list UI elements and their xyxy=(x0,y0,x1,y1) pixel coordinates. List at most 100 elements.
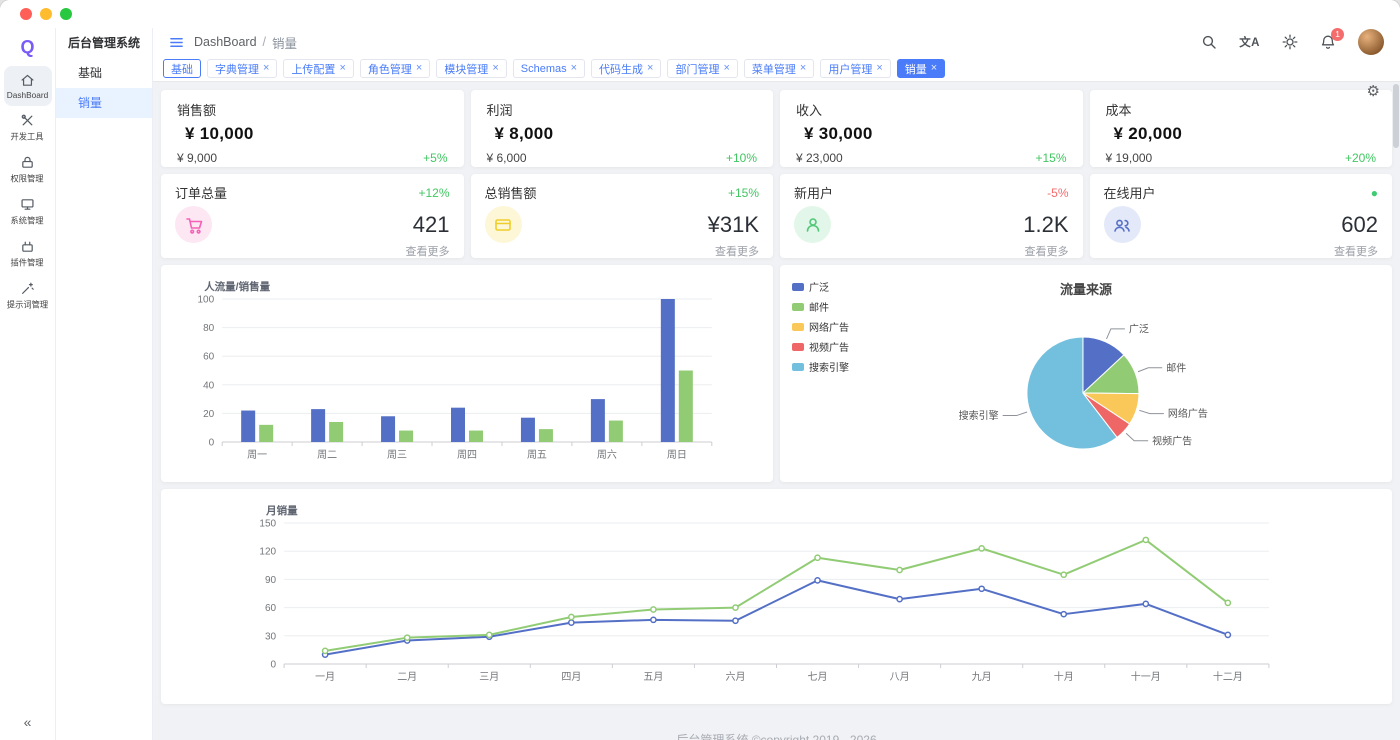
legend-item[interactable]: 广泛 xyxy=(792,279,849,294)
sidebar-item-permissions[interactable]: 权限管理 xyxy=(4,150,52,190)
submenu-item-basic[interactable]: 基础 xyxy=(56,58,152,88)
breadcrumb: DashBoard / 销量 xyxy=(194,33,297,52)
tag-dict-management[interactable]: 字典管理× xyxy=(207,59,277,78)
close-icon[interactable]: × xyxy=(416,63,422,74)
legend-label: 视频广告 xyxy=(809,339,849,354)
view-more-link[interactable]: 查看更多 xyxy=(1104,243,1379,259)
svg-text:四月: 四月 xyxy=(561,671,581,683)
legend-item[interactable]: 邮件 xyxy=(792,299,849,314)
legend-label: 邮件 xyxy=(809,299,829,314)
svg-text:八月: 八月 xyxy=(890,671,910,683)
svg-text:十月: 十月 xyxy=(1054,670,1074,683)
svg-text:周一: 周一 xyxy=(247,449,267,461)
close-icon[interactable]: × xyxy=(876,63,882,74)
tag-menu-management[interactable]: 菜单管理 × xyxy=(744,59,814,78)
app-window: Q DashBoard 开发工具 权限管理 系统管理 插件管理 xyxy=(0,0,1400,740)
tag-upload-config[interactable]: 上传配置× xyxy=(283,59,353,78)
tag-schemas[interactable]: Schemas× xyxy=(513,59,585,78)
zoom-window-button[interactable] xyxy=(60,8,72,20)
svg-text:周四: 周四 xyxy=(457,449,477,461)
close-icon[interactable]: × xyxy=(339,63,345,74)
users-icon xyxy=(1104,206,1141,243)
close-icon[interactable]: × xyxy=(800,63,806,74)
svg-text:视频广告: 视频广告 xyxy=(1152,434,1192,447)
line-chart[interactable]: 0306090120150一月二月三月四月五月六月七月八月九月十月十一月十二月 xyxy=(161,489,1392,704)
tag-label: 菜单管理 xyxy=(752,61,796,77)
stat-card-cost: 成本 ¥ 20,000 ¥ 19,000+20% xyxy=(1090,90,1393,167)
tag-department-management[interactable]: 部门管理× xyxy=(667,59,737,78)
breadcrumb-current: 销量 xyxy=(272,33,297,52)
close-icon[interactable]: × xyxy=(571,63,577,74)
breadcrumb-separator: / xyxy=(263,35,266,49)
tools-icon xyxy=(20,113,35,128)
close-icon[interactable]: × xyxy=(931,63,937,74)
metric-change: -5% xyxy=(1047,186,1068,200)
window-titlebar xyxy=(0,0,1400,28)
svg-text:十一月: 十一月 xyxy=(1131,670,1161,683)
metric-card-online-users: 在线用户● 602 查看更多 xyxy=(1090,174,1393,258)
view-more-link[interactable]: 查看更多 xyxy=(485,243,760,259)
view-more-link[interactable]: 查看更多 xyxy=(175,243,450,259)
metric-card-total-orders: 订单总量+12% 421 查看更多 xyxy=(161,174,464,258)
bar-chart[interactable]: 020406080100周一周二周三周四周五周六周日 xyxy=(161,265,773,482)
tag-role-management[interactable]: 角色管理× xyxy=(360,59,430,78)
close-window-button[interactable] xyxy=(20,8,32,20)
sidebar-item-label: 权限管理 xyxy=(11,173,44,185)
collapse-sidebar-button[interactable]: « xyxy=(24,714,32,730)
online-status-dot: ● xyxy=(1371,186,1378,200)
user-avatar[interactable] xyxy=(1358,29,1384,55)
tag-code-generation[interactable]: 代码生成 × xyxy=(591,59,661,78)
stat-card-income: 收入 ¥ 30,000 ¥ 23,000+15% xyxy=(780,90,1083,167)
sidebar-item-prompts[interactable]: 提示词管理 xyxy=(4,276,52,316)
metric-card-total-sales: 总销售额+15% ¥31K 查看更多 xyxy=(471,174,774,258)
search-icon[interactable] xyxy=(1201,34,1217,50)
metric-value: 1.2K xyxy=(1023,212,1068,238)
theme-sun-icon[interactable] xyxy=(1282,34,1298,50)
svg-text:七月: 七月 xyxy=(808,671,828,683)
tags-bar: 基础 字典管理× 上传配置× 角色管理× 模块管理× Schemas× 代码生成… xyxy=(153,56,1400,82)
svg-text:100: 100 xyxy=(198,295,215,306)
svg-text:邮件: 邮件 xyxy=(1166,361,1186,374)
tag-user-management[interactable]: 用户管理× xyxy=(820,59,890,78)
scrollbar-thumb[interactable] xyxy=(1393,84,1399,148)
close-icon[interactable]: × xyxy=(647,63,653,74)
header-actions: 文A 1 xyxy=(1201,29,1384,55)
svg-text:0: 0 xyxy=(271,660,277,671)
bar-chart-card: 人流量/销售量 020406080100周一周二周三周四周五周六周日 xyxy=(161,265,773,482)
close-icon[interactable]: × xyxy=(263,63,269,74)
notifications-bell-icon[interactable]: 1 xyxy=(1320,34,1336,50)
legend-item[interactable]: 视频广告 xyxy=(792,339,849,354)
pie-chart-title: 流量来源 xyxy=(780,279,1392,298)
sidebar-item-dashboard[interactable]: DashBoard xyxy=(4,66,52,106)
legend-item[interactable]: 搜索引擎 xyxy=(792,359,849,374)
dashboard-content: ⚙ 销售额 ¥ 10,000 ¥ 9,000+5% 利润 ¥ 8,000 ¥ 6… xyxy=(153,82,1400,740)
svg-text:九月: 九月 xyxy=(972,671,992,683)
sidebar-item-plugins[interactable]: 插件管理 xyxy=(4,234,52,274)
sidebar-item-system[interactable]: 系统管理 xyxy=(4,192,52,232)
stat-previous: ¥ 9,000 xyxy=(177,151,217,165)
legend-label: 广泛 xyxy=(809,279,829,294)
svg-text:20: 20 xyxy=(203,409,215,420)
submenu-item-sales[interactable]: 销量 xyxy=(56,88,152,118)
breadcrumb-dashboard[interactable]: DashBoard xyxy=(194,35,257,49)
close-icon[interactable]: × xyxy=(492,63,498,74)
tag-module-management[interactable]: 模块管理× xyxy=(436,59,506,78)
svg-text:二月: 二月 xyxy=(397,671,417,683)
svg-text:搜索引擎: 搜索引擎 xyxy=(959,409,999,422)
close-icon[interactable]: × xyxy=(723,63,729,74)
svg-text:周日: 周日 xyxy=(667,449,687,461)
view-more-link[interactable]: 查看更多 xyxy=(794,243,1069,259)
sidebar-item-dev-tools[interactable]: 开发工具 xyxy=(4,108,52,148)
tag-basic[interactable]: 基础 xyxy=(163,59,201,78)
legend-item[interactable]: 网络广告 xyxy=(792,319,849,334)
tag-sales[interactable]: 销量× xyxy=(897,59,945,78)
settings-gear-icon[interactable]: ⚙ xyxy=(1367,82,1380,100)
minimize-window-button[interactable] xyxy=(40,8,52,20)
language-icon[interactable]: 文A xyxy=(1239,34,1260,50)
fold-menu-icon[interactable] xyxy=(169,35,184,50)
svg-text:40: 40 xyxy=(203,380,215,391)
svg-text:一月: 一月 xyxy=(315,671,335,683)
tag-label: 代码生成 xyxy=(599,61,643,77)
sidebar-item-label: 提示词管理 xyxy=(7,299,48,311)
main-area: DashBoard / 销量 文A 1 基础 字典 xyxy=(153,28,1400,740)
